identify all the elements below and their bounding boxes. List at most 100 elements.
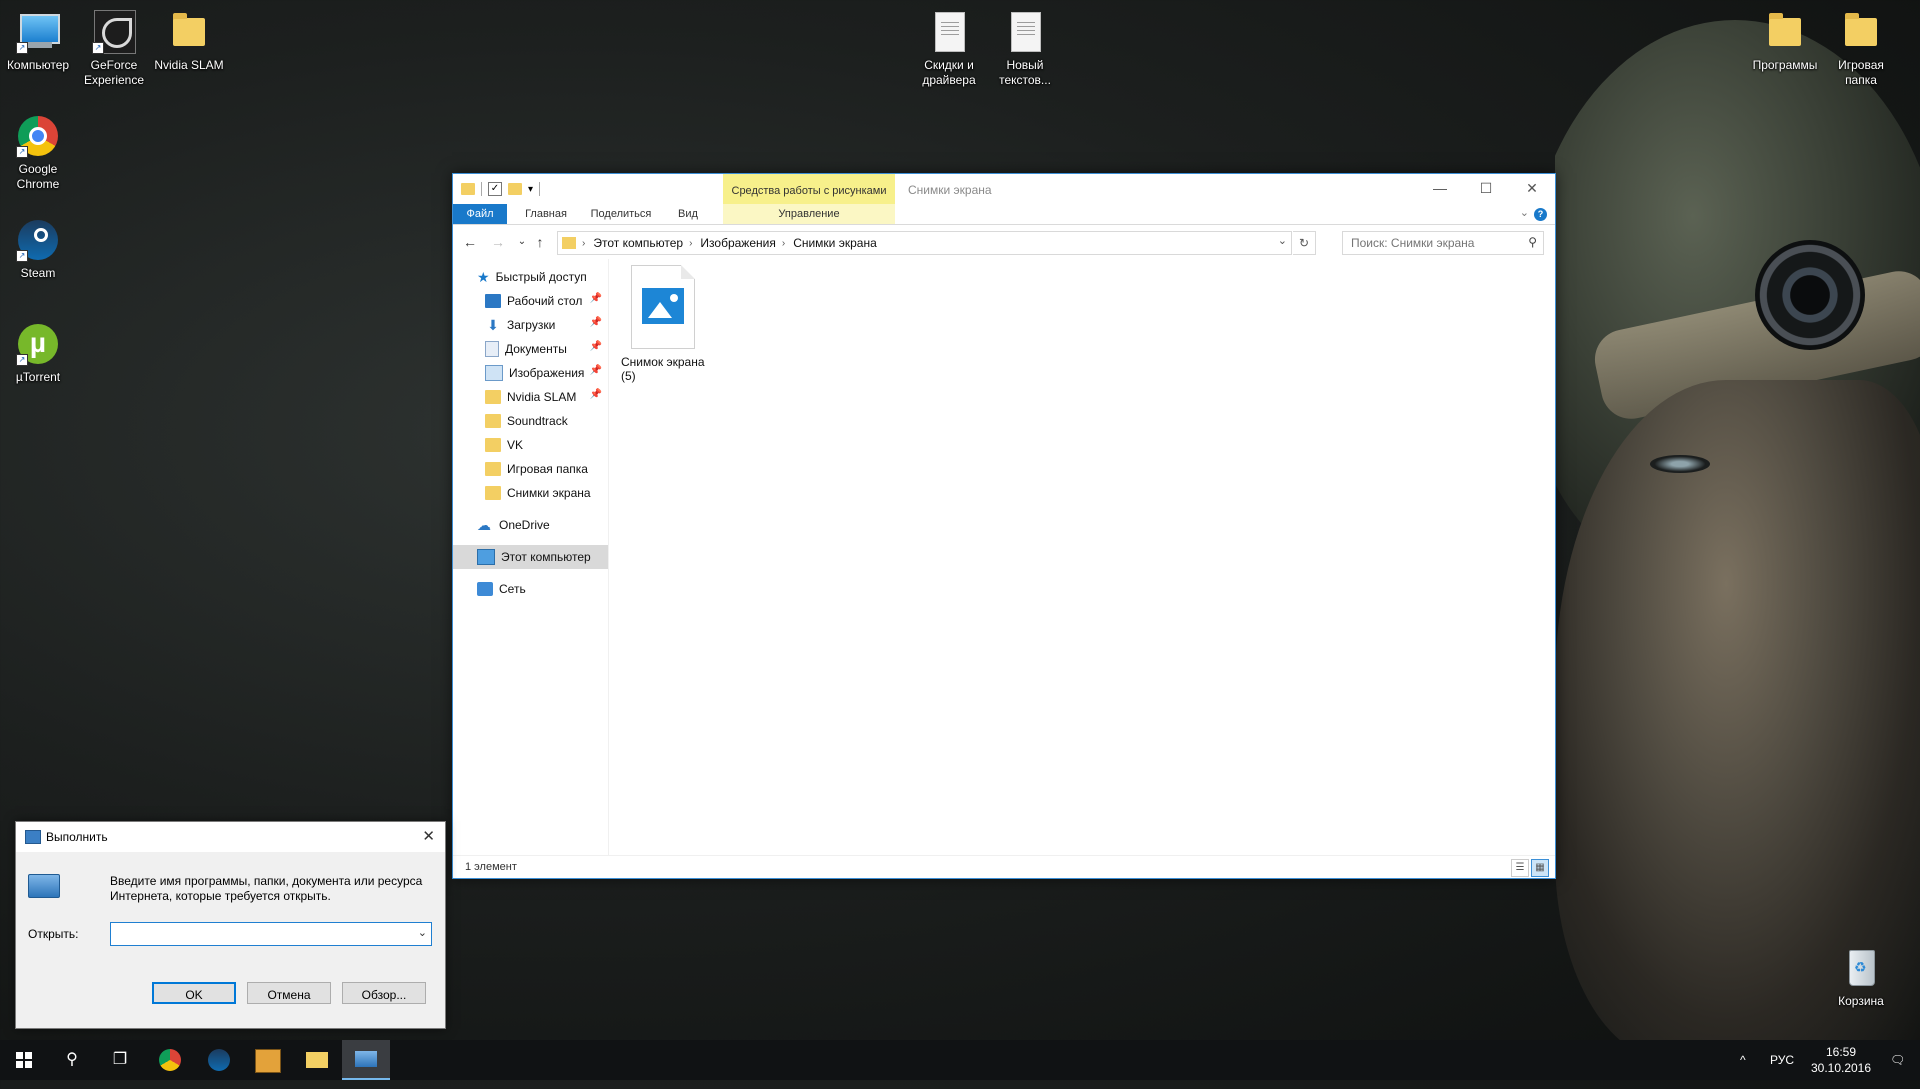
folder-icon [562, 237, 576, 249]
tab-share[interactable]: Поделиться [583, 204, 659, 224]
breadcrumb-this-pc[interactable]: Этот компьютер [593, 236, 683, 250]
run-icon [25, 830, 41, 844]
details-view-icon[interactable]: ☰ [1511, 859, 1529, 877]
search-icon[interactable]: ⚲ [48, 1040, 96, 1080]
desktop-icon-nvidia-slam[interactable]: Nvidia SLAM [151, 8, 227, 73]
back-arrow-icon[interactable]: ← [461, 234, 479, 250]
desktop-icon-utorrent[interactable]: µ ↗ µTorrent [0, 320, 76, 385]
breadcrumb-separator[interactable]: › [582, 238, 585, 249]
maximize-button[interactable]: ☐ [1463, 174, 1509, 204]
browse-button[interactable]: Обзор... [342, 982, 426, 1004]
explorer-titlebar[interactable]: ✓ ▾ Средства работы с рисунками Снимки э… [453, 174, 1555, 204]
nav-onedrive[interactable]: ☁ OneDrive [453, 513, 608, 537]
nav-item-documents[interactable]: Документы 📌 [453, 337, 608, 361]
steam-taskbar-icon[interactable] [195, 1040, 243, 1080]
recent-locations-icon[interactable]: ⌄ [513, 236, 531, 247]
large-icons-view-icon[interactable]: ▦ [1531, 859, 1549, 877]
breadcrumb-pictures[interactable]: Изображения [700, 236, 775, 250]
nav-item-screenshots[interactable]: Снимки экрана [453, 481, 608, 505]
navigation-pane[interactable]: ★ Быстрый доступ Рабочий стол 📌 ⬇ Загруз… [453, 259, 609, 856]
nav-label: Игровая папка [507, 462, 588, 476]
wallpaper-eye [1650, 455, 1710, 473]
cancel-button[interactable]: Отмена [247, 982, 331, 1004]
open-input[interactable] [115, 926, 190, 942]
run-titlebar[interactable]: Выполнить ✕ [16, 822, 445, 852]
new-folder-icon[interactable] [508, 183, 522, 195]
tab-home[interactable]: Главная [513, 204, 579, 224]
nav-label: VK [507, 438, 524, 452]
desktop-icon-chrome[interactable]: ↗ Google Chrome [0, 112, 76, 192]
text-document-icon [1001, 8, 1049, 56]
pin-icon: 📌 [589, 317, 602, 328]
run-taskbar-icon[interactable] [342, 1040, 390, 1080]
cloud-icon: ☁ [477, 517, 491, 533]
tab-manage[interactable]: Управление [723, 204, 895, 224]
desktop-icon-geforce[interactable]: ↗ GeForce Experience [76, 8, 152, 88]
file-name: Снимок экрана (5) [621, 355, 721, 383]
nav-quick-access[interactable]: ★ Быстрый доступ [453, 265, 608, 289]
nav-label: Сеть [499, 582, 526, 596]
forward-arrow-icon[interactable]: → [489, 234, 507, 250]
desktop-icon-recycle-bin[interactable]: ♻ Корзина [1823, 944, 1899, 1009]
nav-item-vk[interactable]: VK [453, 433, 608, 457]
minimize-button[interactable]: — [1417, 174, 1463, 204]
nav-item-soundtrack[interactable]: Soundtrack [453, 409, 608, 433]
breadcrumb-screenshots[interactable]: Снимки экрана [793, 236, 877, 250]
desktop-icon-programs[interactable]: Программы [1747, 8, 1823, 73]
breadcrumb-separator[interactable]: › [689, 238, 692, 249]
desktop-icon-computer[interactable]: ↗ Компьютер [0, 8, 76, 73]
pin-icon: 📌 [589, 341, 602, 352]
tab-view[interactable]: Вид [663, 204, 713, 224]
start-button[interactable] [0, 1040, 48, 1080]
desktop-icon-label: µTorrent [15, 370, 61, 384]
file-list-area[interactable]: Снимок экрана (5) [609, 259, 1555, 856]
file-item[interactable]: Снимок экрана (5) [621, 265, 721, 383]
app-taskbar-icon[interactable] [244, 1040, 292, 1080]
folder-icon [1761, 8, 1809, 56]
search-input[interactable] [1349, 232, 1523, 254]
chrome-taskbar-icon[interactable] [146, 1040, 194, 1080]
refresh-icon[interactable]: ↻ [1293, 231, 1316, 255]
file-explorer-taskbar-icon[interactable] [293, 1040, 341, 1080]
nav-item-desktop[interactable]: Рабочий стол 📌 [453, 289, 608, 313]
text-document-icon [925, 8, 973, 56]
desktop-icon-new-text[interactable]: Новый текстов... [987, 8, 1063, 88]
tab-file[interactable]: Файл [453, 204, 507, 224]
address-bar[interactable]: › Этот компьютер › Изображения › Снимки … [557, 231, 1292, 255]
documents-icon [485, 341, 499, 357]
address-dropdown-icon[interactable]: ⌄ [1278, 234, 1287, 247]
nav-network[interactable]: Сеть [453, 577, 608, 601]
desktop-icon-steam[interactable]: ↗ Steam [0, 216, 76, 281]
explorer-window[interactable]: ✓ ▾ Средства работы с рисунками Снимки э… [452, 173, 1556, 879]
customize-toolbar-icon[interactable]: ▾ [528, 184, 533, 195]
nav-item-downloads[interactable]: ⬇ Загрузки 📌 [453, 313, 608, 337]
ok-button[interactable]: OK [152, 982, 236, 1004]
nav-item-nvidia-slam[interactable]: Nvidia SLAM 📌 [453, 385, 608, 409]
close-button[interactable]: ✕ [1509, 174, 1555, 204]
run-dialog[interactable]: Выполнить ✕ Введите имя программы, папки… [15, 821, 446, 1029]
search-box[interactable]: ⚲ [1342, 231, 1544, 255]
steam-icon: ↗ [14, 216, 62, 264]
chevron-down-icon[interactable]: ⌄ [418, 926, 427, 939]
show-hidden-icons[interactable]: ^ [1740, 1040, 1746, 1080]
run-close-button[interactable]: ✕ [422, 827, 435, 845]
breadcrumb-separator[interactable]: › [782, 238, 785, 249]
properties-icon[interactable]: ✓ [488, 182, 502, 196]
nav-item-pictures[interactable]: Изображения 📌 [453, 361, 608, 385]
language-indicator[interactable]: РУС [1770, 1040, 1794, 1080]
desktop-icon-game-folder[interactable]: Игровая папка [1823, 8, 1899, 88]
expand-ribbon-icon[interactable]: ⌄ [1520, 206, 1529, 219]
utorrent-icon: µ ↗ [14, 320, 62, 368]
folder-icon [485, 486, 501, 500]
help-icon[interactable]: ? [1534, 208, 1547, 221]
notifications-icon[interactable]: 🗨 [1890, 1040, 1905, 1080]
clock[interactable]: 16:59 30.10.2016 [1806, 1040, 1876, 1084]
desktop-icon-discounts[interactable]: Скидки и драйвера [911, 8, 987, 88]
star-icon: ★ [477, 269, 490, 285]
open-combobox[interactable]: ⌄ [110, 922, 432, 946]
nav-this-pc[interactable]: Этот компьютер [453, 545, 608, 569]
nav-item-game-folder[interactable]: Игровая папка [453, 457, 608, 481]
window-title: Снимки экрана [908, 183, 992, 197]
task-view-icon[interactable]: ❐ [96, 1040, 144, 1080]
up-arrow-icon[interactable]: ↑ [531, 234, 549, 250]
